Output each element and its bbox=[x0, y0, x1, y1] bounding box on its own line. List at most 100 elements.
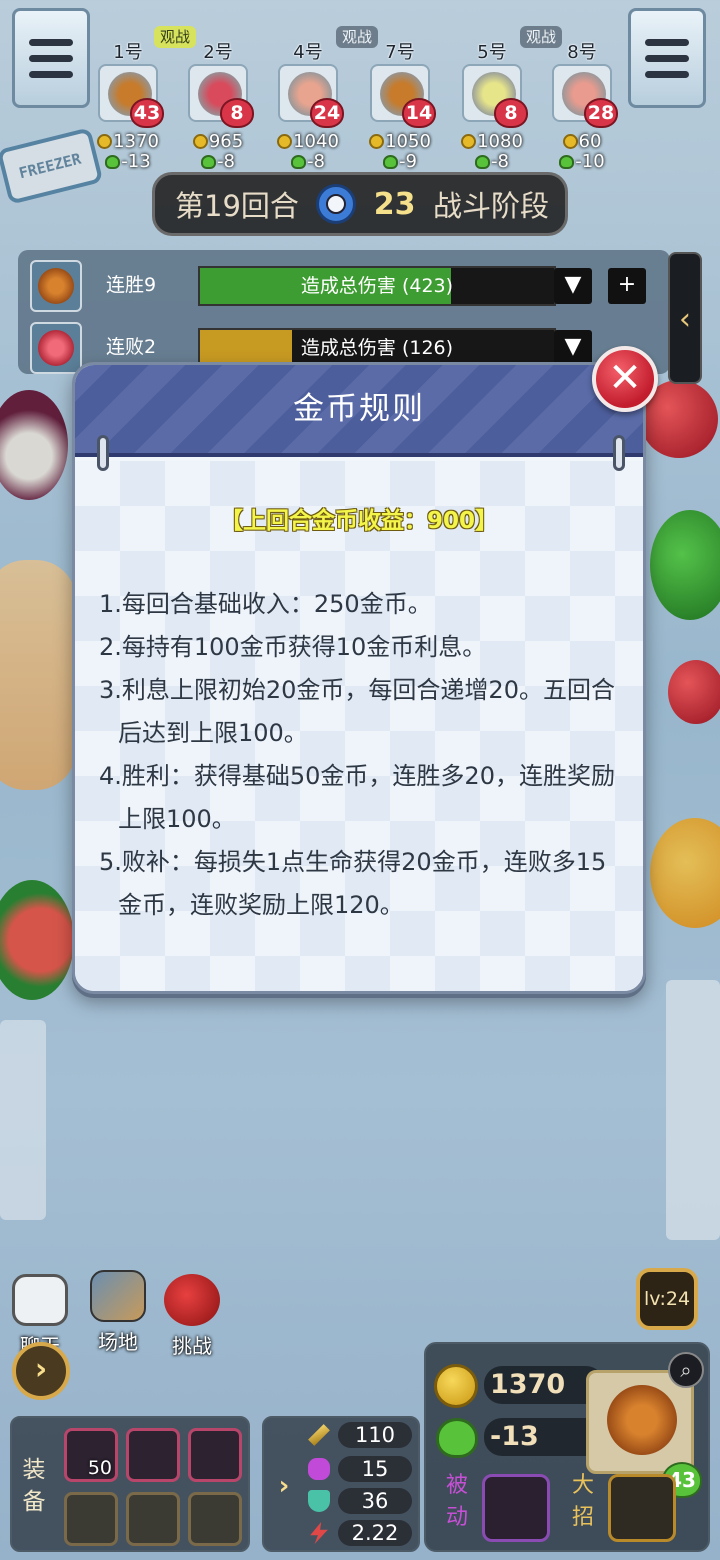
player-slot[interactable]: 1号 43 1370 -13 bbox=[92, 42, 164, 192]
coin-icon bbox=[434, 1364, 478, 1408]
equipment-count: 50 bbox=[87, 1457, 112, 1479]
stat-defense: 36 bbox=[308, 1486, 416, 1516]
rule-item: 3.利息上限初始20金币，每回合递增20。五回合后达到上限100。 bbox=[99, 676, 615, 747]
equipment-slot-pig[interactable] bbox=[126, 1428, 180, 1482]
damage-text: 造成总伤害 (423) bbox=[300, 275, 454, 297]
field-button[interactable]: 场地 bbox=[86, 1270, 150, 1355]
player-slot[interactable]: 4号 24 1040 -8 bbox=[272, 42, 344, 192]
coin-icon bbox=[461, 134, 477, 149]
equipment-slot-mushroom[interactable] bbox=[188, 1428, 242, 1482]
close-button[interactable]: ✕ bbox=[592, 346, 658, 412]
player-coins: 1370 bbox=[92, 132, 164, 152]
side-panel-toggle[interactable]: ‹ bbox=[668, 252, 702, 384]
challenge-button[interactable]: 挑战 bbox=[160, 1274, 224, 1359]
sword-icon bbox=[308, 1424, 330, 1446]
player-coins: 965 bbox=[182, 132, 254, 152]
player-coin-value: 1370 bbox=[113, 131, 159, 152]
player-delta-value: -8 bbox=[307, 151, 325, 172]
player-avatar[interactable] bbox=[30, 260, 82, 312]
broken-heart-icon bbox=[201, 155, 217, 169]
ultimate-skill-icon[interactable] bbox=[608, 1474, 676, 1542]
player-hp-badge: 14 bbox=[402, 98, 436, 128]
dropdown-button[interactable]: ▼ bbox=[554, 330, 592, 366]
field-map-icon bbox=[90, 1270, 146, 1322]
player-delta-value: -13 bbox=[121, 151, 151, 172]
player-coin-value: 60 bbox=[578, 131, 602, 152]
round-banner: 第19回合 23 战斗阶段 bbox=[152, 172, 568, 236]
passive-skill-icon[interactable] bbox=[482, 1474, 550, 1542]
equipment-label: 装备 bbox=[22, 1457, 46, 1515]
coin-icon bbox=[192, 134, 208, 149]
round-timer: 23 bbox=[373, 186, 416, 222]
stat-value: 2.22 bbox=[338, 1520, 412, 1546]
shield-icon bbox=[308, 1490, 330, 1512]
win-streak-label: 连胜9 bbox=[106, 274, 157, 296]
stat-value: 15 bbox=[338, 1456, 412, 1482]
equipment-panel: 装备 50 bbox=[10, 1416, 250, 1552]
player-avatar: 8 bbox=[188, 64, 254, 128]
player-hp-badge: 8 bbox=[220, 98, 254, 128]
binder-ring-left bbox=[97, 435, 109, 471]
player-number: 5号 bbox=[477, 42, 507, 63]
coin-icon bbox=[277, 134, 293, 149]
menu-button[interactable] bbox=[12, 8, 90, 108]
dialog-title: 金币规则 bbox=[293, 391, 425, 427]
player-delta-value: -10 bbox=[575, 151, 605, 172]
broken-heart-icon bbox=[105, 155, 121, 169]
player-slot[interactable]: 8号 28 60 -10 bbox=[546, 42, 618, 192]
stopwatch-icon bbox=[316, 184, 357, 224]
equipment-slot-wand[interactable] bbox=[64, 1492, 118, 1546]
hero-panel: 1370 -13 43 被动 大招 bbox=[424, 1342, 710, 1552]
stat-speed: 2.22 bbox=[308, 1518, 416, 1548]
player-delta-value: -8 bbox=[491, 151, 509, 172]
coin-icon bbox=[562, 134, 578, 149]
player-slot[interactable]: 2号 8 965 -8 bbox=[182, 42, 254, 192]
player-avatar: 14 bbox=[370, 64, 436, 128]
stats-expand-arrow[interactable]: › bbox=[270, 1466, 298, 1506]
player-hp-badge: 24 bbox=[310, 98, 344, 128]
broken-heart-icon bbox=[559, 155, 575, 169]
player-slot[interactable]: 7号 14 1050 -9 bbox=[364, 42, 436, 192]
rules-list: 1.每回合基础收入：250金币。 2.每持有100金币获得10金币利息。 3.利… bbox=[99, 583, 629, 927]
phase-label: 战斗阶段 bbox=[432, 189, 549, 223]
binder-ring-right bbox=[613, 435, 625, 471]
heart-icon bbox=[436, 1418, 478, 1458]
settings-menu-button[interactable] bbox=[628, 8, 706, 108]
player-coins: 1050 bbox=[364, 132, 436, 152]
player-avatar: 8 bbox=[462, 64, 528, 128]
equipment-slot-net[interactable] bbox=[126, 1492, 180, 1546]
player-delta: -8 bbox=[272, 152, 344, 172]
player-hp-badge: 8 bbox=[494, 98, 528, 128]
dropdown-button[interactable]: ▼ bbox=[554, 268, 592, 304]
player-slot[interactable]: 5号 8 1080 -8 bbox=[456, 42, 528, 192]
add-button[interactable]: + bbox=[608, 268, 646, 304]
damage-text: 造成总伤害 (126) bbox=[300, 337, 454, 359]
broken-heart-icon bbox=[475, 155, 491, 169]
player-delta-value: -8 bbox=[217, 151, 235, 172]
last-round-income: 【上回合金币收益：900】 bbox=[219, 508, 498, 534]
lightning-icon bbox=[310, 1522, 328, 1544]
player-coin-value: 1040 bbox=[293, 131, 339, 152]
equipment-slot-scroll[interactable]: 50 bbox=[64, 1428, 118, 1482]
lose-streak-label: 连败2 bbox=[106, 336, 157, 358]
chat-bubble-icon bbox=[12, 1274, 68, 1326]
ultimate-label: 大招 bbox=[571, 1473, 594, 1530]
expand-arrow-button[interactable]: › bbox=[12, 1342, 70, 1400]
challenge-label: 挑战 bbox=[172, 1334, 212, 1358]
dialog-body: 【上回合金币收益：900】 1.每回合基础收入：250金币。 2.每持有100金… bbox=[75, 461, 643, 991]
stat-value: 110 bbox=[338, 1422, 412, 1448]
boxing-glove-icon bbox=[164, 1274, 220, 1326]
damage-panel: 连胜9 造成总伤害 (423) ▼ + 连败2 造成总伤害 (126) ▼ bbox=[18, 250, 670, 374]
search-icon[interactable]: ⌕ bbox=[668, 1352, 704, 1388]
player-coins: 60 bbox=[546, 132, 618, 152]
player-delta: -9 bbox=[364, 152, 436, 172]
coin-icon bbox=[97, 134, 113, 149]
gold-rules-dialog: 金币规则 【上回合金币收益：900】 1.每回合基础收入：250金币。 2.每持… bbox=[72, 362, 646, 994]
equipment-slot-staff[interactable] bbox=[188, 1492, 242, 1546]
damage-row: 连胜9 造成总伤害 (423) ▼ + bbox=[18, 256, 670, 312]
player-delta-value: -9 bbox=[399, 151, 417, 172]
player-delta: -8 bbox=[182, 152, 254, 172]
player-delta: -13 bbox=[92, 152, 164, 172]
player-hp-badge: 43 bbox=[130, 98, 164, 128]
coin-icon bbox=[369, 134, 385, 149]
